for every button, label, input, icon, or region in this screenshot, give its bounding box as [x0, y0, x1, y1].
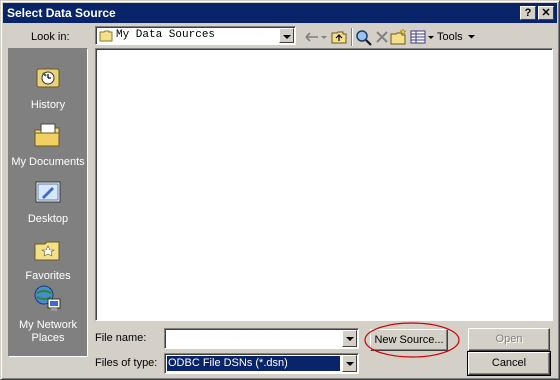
place-favorites[interactable]: Favorites — [9, 234, 87, 283]
tools-menu[interactable]: Tools — [437, 30, 476, 44]
window-title: Select Data Source — [7, 6, 116, 20]
tools-label: Tools — [437, 31, 463, 43]
folder-icon — [99, 30, 113, 42]
place-favorites-label: Favorites — [25, 270, 71, 282]
search-web-icon[interactable] — [355, 28, 373, 46]
history-icon — [36, 68, 60, 88]
files-of-type-dropdown-button[interactable] — [342, 355, 357, 372]
help-button[interactable]: ? — [520, 6, 536, 20]
file-name-dropdown-button[interactable] — [342, 330, 357, 347]
places-bar: History My Documents Desktop Favorites M… — [8, 48, 88, 357]
file-list-view[interactable] — [95, 48, 553, 321]
up-folder-icon[interactable] — [330, 28, 348, 46]
toolbar-separator — [351, 28, 353, 46]
tools-dropdown-icon — [467, 35, 475, 39]
files-of-type-value: ODBC File DSNs (*.dsn) — [166, 355, 341, 372]
place-my-documents[interactable]: My Documents — [9, 120, 87, 169]
select-data-source-dialog: Select Data Source ? ✕ Look in: My Data … — [0, 0, 560, 380]
views-icon[interactable] — [409, 28, 427, 46]
desktop-icon — [35, 181, 61, 203]
delete-icon[interactable] — [373, 28, 391, 46]
cancel-button[interactable]: Cancel — [467, 351, 551, 376]
my-documents-icon — [34, 123, 60, 147]
file-name-combo[interactable] — [164, 328, 359, 349]
place-network-label: My Network Places — [18, 319, 78, 344]
annotation-ellipse — [364, 322, 460, 358]
place-history-label: History — [30, 99, 66, 111]
network-places-icon — [34, 285, 61, 311]
place-desktop[interactable]: Desktop — [9, 177, 87, 226]
close-button[interactable]: ✕ — [538, 6, 554, 20]
views-dropdown-icon[interactable] — [426, 28, 436, 46]
favorites-icon — [34, 241, 60, 261]
place-history[interactable]: History — [9, 63, 87, 112]
files-of-type-combo[interactable]: ODBC File DSNs (*.dsn) — [164, 353, 359, 374]
look-in-dropdown-button[interactable] — [279, 28, 294, 43]
back-dropdown-icon[interactable] — [319, 28, 329, 46]
place-my-documents-label: My Documents — [11, 156, 85, 168]
place-network[interactable]: My Network Places — [9, 283, 87, 345]
new-folder-icon[interactable] — [390, 28, 408, 46]
title-bar[interactable]: Select Data Source ? ✕ — [3, 3, 557, 23]
files-of-type-label: Files of type: — [95, 357, 158, 369]
open-button[interactable]: Open — [468, 328, 550, 351]
file-name-label: File name: — [95, 332, 147, 344]
look-in-combo[interactable]: My Data Sources — [95, 26, 296, 45]
place-desktop-label: Desktop — [27, 213, 69, 225]
look-in-value: My Data Sources — [116, 29, 216, 41]
look-in-label: Look in: — [31, 31, 70, 43]
